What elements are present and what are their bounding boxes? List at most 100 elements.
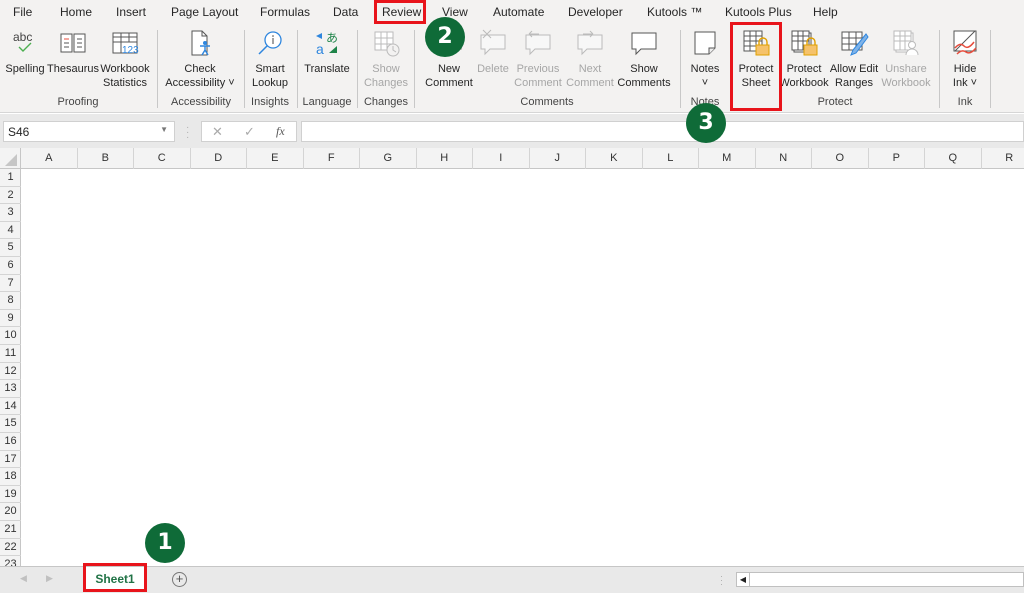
- show-comments-icon: [629, 28, 659, 58]
- resize-handle[interactable]: · · ·: [186, 123, 189, 143]
- row-header[interactable]: 1: [0, 169, 21, 187]
- tab-data[interactable]: Data: [333, 5, 358, 19]
- protect-sheet-icon: [741, 28, 771, 58]
- row-header[interactable]: 19: [0, 486, 21, 504]
- show-comments-label-2: Comments: [617, 77, 671, 89]
- tab-kutools-plus[interactable]: Kutools Plus: [725, 5, 792, 19]
- spelling-button[interactable]: abc Spelling: [5, 28, 45, 76]
- add-sheet-icon[interactable]: +: [172, 572, 187, 587]
- row-header[interactable]: 15: [0, 415, 21, 433]
- row-header[interactable]: 10: [0, 327, 21, 345]
- row-header[interactable]: 22: [0, 539, 21, 557]
- workbook-statistics-button[interactable]: 123 Workbook Statistics: [100, 28, 150, 90]
- row-header[interactable]: 21: [0, 521, 21, 539]
- tab-developer[interactable]: Developer: [568, 5, 623, 19]
- row-header[interactable]: 17: [0, 451, 21, 469]
- column-header[interactable]: L: [643, 148, 699, 169]
- tab-help[interactable]: Help: [813, 5, 838, 19]
- show-comments-button[interactable]: Show Comments: [616, 28, 672, 90]
- name-box-dropdown-icon[interactable]: ▼: [160, 125, 168, 134]
- cancel-icon[interactable]: ✕: [212, 124, 223, 140]
- row-header[interactable]: 4: [0, 222, 21, 240]
- row-header[interactable]: 13: [0, 380, 21, 398]
- column-header[interactable]: H: [417, 148, 473, 169]
- show-changes-button[interactable]: Show Changes: [364, 28, 408, 90]
- allow-edit-ranges-button[interactable]: Allow Edit Ranges: [828, 28, 880, 90]
- column-header[interactable]: O: [812, 148, 869, 169]
- column-header[interactable]: F: [304, 148, 360, 169]
- scroll-sheets-left-icon[interactable]: ◀: [20, 573, 27, 584]
- row-header[interactable]: 12: [0, 363, 21, 381]
- notes-button[interactable]: Notes ˅: [686, 28, 724, 90]
- spelling-icon: abc: [10, 28, 40, 58]
- delete-comment-button[interactable]: Delete: [476, 28, 510, 76]
- check-accessibility-label-1: Check: [184, 63, 216, 75]
- column-header[interactable]: C: [134, 148, 191, 169]
- column-header[interactable]: R: [982, 148, 1024, 169]
- row-header[interactable]: 6: [0, 257, 21, 275]
- thesaurus-button[interactable]: Thesaurus: [47, 28, 99, 76]
- tab-review[interactable]: Review: [382, 5, 421, 19]
- row-header[interactable]: 23: [0, 556, 21, 566]
- tab-automate[interactable]: Automate: [493, 5, 544, 19]
- name-box-value: S46: [8, 125, 30, 139]
- protect-workbook-button[interactable]: Protect Workbook: [778, 28, 830, 90]
- translate-label: Translate: [304, 63, 350, 75]
- column-header[interactable]: D: [191, 148, 247, 169]
- formula-input[interactable]: [301, 121, 1024, 142]
- allow-edit-ranges-icon: [839, 28, 869, 58]
- scroll-sheets-right-icon[interactable]: ▶: [46, 573, 53, 584]
- sheet-tab-sheet1[interactable]: Sheet1: [84, 567, 146, 592]
- row-header[interactable]: 9: [0, 310, 21, 328]
- protect-workbook-icon: [789, 28, 819, 58]
- column-header[interactable]: G: [360, 148, 417, 169]
- previous-comment-button[interactable]: Previous Comment: [512, 28, 564, 90]
- tab-formulas[interactable]: Formulas: [260, 5, 310, 19]
- tab-insert[interactable]: Insert: [116, 5, 146, 19]
- new-comment-label-2: Comment: [425, 77, 473, 89]
- row-header[interactable]: 3: [0, 204, 21, 222]
- smart-lookup-button[interactable]: Smart Lookup: [250, 28, 290, 90]
- unshare-workbook-button[interactable]: Unshare Workbook: [880, 28, 932, 90]
- hide-ink-button[interactable]: Hide Ink ˅: [946, 28, 984, 90]
- workbook-statistics-label-2: Statistics: [102, 77, 147, 89]
- tab-home[interactable]: Home: [60, 5, 92, 19]
- translate-button[interactable]: aあ Translate: [303, 28, 351, 76]
- column-header[interactable]: P: [869, 148, 925, 169]
- column-header[interactable]: A: [21, 148, 78, 169]
- column-header[interactable]: J: [530, 148, 586, 169]
- check-accessibility-button[interactable]: Check Accessibility ˅: [164, 28, 236, 90]
- row-header[interactable]: 8: [0, 292, 21, 310]
- thesaurus-label: Thesaurus: [47, 63, 99, 75]
- row-header[interactable]: 2: [0, 187, 21, 205]
- worksheet-grid[interactable]: ABCDEFGHIJKLMNOPQR 1 2 3 4 5 6 7 8 9 10 11 12 13 14 15…: [0, 148, 1024, 566]
- name-box[interactable]: S46 ▼: [3, 121, 175, 142]
- tab-split-handle[interactable]: · · ·: [720, 572, 723, 589]
- row-header[interactable]: 20: [0, 503, 21, 521]
- next-comment-button[interactable]: Next Comment: [564, 28, 616, 90]
- column-header[interactable]: I: [473, 148, 530, 169]
- insert-function-icon[interactable]: fx: [276, 124, 285, 139]
- select-all-button[interactable]: [0, 148, 21, 169]
- smart-lookup-label-1: Smart: [255, 63, 285, 75]
- tab-file[interactable]: File: [13, 5, 32, 19]
- horizontal-scrollbar[interactable]: ◀: [736, 572, 1024, 587]
- row-header[interactable]: 16: [0, 433, 21, 451]
- row-header[interactable]: 5: [0, 239, 21, 257]
- row-header[interactable]: 7: [0, 275, 21, 293]
- group-label-insights: Insights: [251, 96, 289, 108]
- scroll-left-icon[interactable]: ◀: [737, 573, 750, 586]
- column-header[interactable]: N: [756, 148, 812, 169]
- tab-page-layout[interactable]: Page Layout: [171, 5, 238, 19]
- row-header[interactable]: 14: [0, 398, 21, 416]
- protect-sheet-button[interactable]: Protect Sheet: [734, 28, 778, 90]
- column-header[interactable]: Q: [925, 148, 982, 169]
- column-header[interactable]: K: [586, 148, 643, 169]
- column-header[interactable]: E: [247, 148, 304, 169]
- row-header[interactable]: 18: [0, 468, 21, 486]
- column-header[interactable]: B: [78, 148, 134, 169]
- enter-icon[interactable]: ✓: [244, 124, 255, 140]
- row-header[interactable]: 11: [0, 345, 21, 363]
- column-header[interactable]: M: [699, 148, 756, 169]
- tab-kutools[interactable]: Kutools ™: [647, 5, 702, 19]
